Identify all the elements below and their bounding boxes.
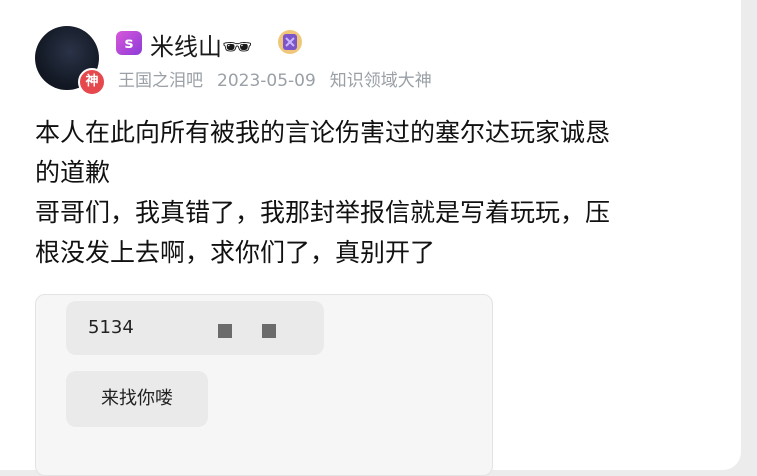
post-body: 本人在此向所有被我的言论伤害过的塞尔达玩家诚恳 的道歉 哥哥们，我真错了，我那封…: [35, 113, 735, 273]
chat-bubble-text: 来找你喽: [101, 388, 173, 409]
username-row: 米线山🕶: [150, 27, 252, 62]
user-title: 知识领域大神: [329, 71, 432, 91]
post-card: 神 s 米线山🕶 王国之泪吧 2023-05-09 知识领域大神 本人在此向所有被我…: [0, 0, 741, 476]
chat-bubble-text: 5134: [88, 317, 134, 338]
post-meta: 王国之泪吧 2023-05-09 知识领域大神: [118, 66, 446, 91]
god-badge: 神: [78, 68, 106, 96]
chat-bubble: 来找你喽: [66, 371, 208, 427]
forum-name[interactable]: 王国之泪吧: [118, 71, 203, 91]
embedded-screenshot[interactable]: 5134 来找你喽: [35, 294, 493, 476]
username[interactable]: 米线山: [150, 33, 222, 61]
post-line: 根没发上去啊，求你们了，真别开了: [35, 238, 436, 267]
sunglasses-emoji: 🕶: [222, 33, 253, 61]
chat-bubble: 5134: [66, 301, 324, 355]
vip-badge-icon: [278, 30, 302, 54]
redaction-block: [218, 324, 232, 338]
post-line: 本人在此向所有被我的言论伤害过的塞尔达玩家诚恳: [35, 118, 611, 147]
redaction-block: [262, 324, 276, 338]
post-date: 2023-05-09: [217, 71, 316, 91]
level-badge-icon: s: [116, 31, 142, 55]
post-line: 哥哥们，我真错了，我那封举报信就是写着玩玩，压: [35, 198, 611, 227]
post-line: 的道歉: [35, 158, 111, 187]
